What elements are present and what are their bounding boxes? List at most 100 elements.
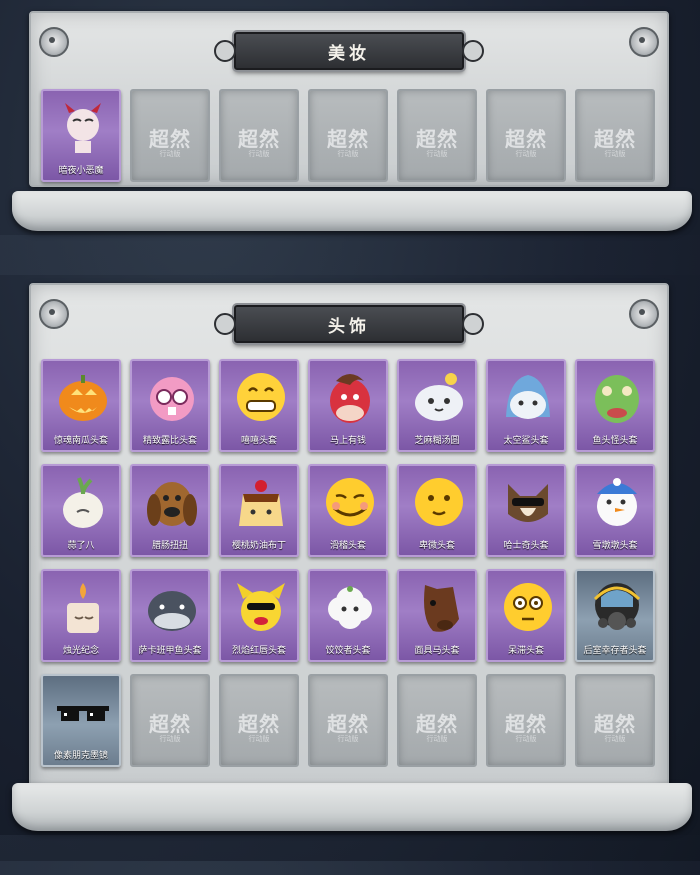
corner-ornament-icon xyxy=(39,27,69,57)
item-card[interactable]: 烈焰红唇头套 xyxy=(219,569,299,662)
item-card[interactable]: 萨卡班甲鱼头套 xyxy=(130,569,210,662)
item-card[interactable]: 面具马头套 xyxy=(397,569,477,662)
little-devil-icon xyxy=(65,103,101,153)
candle-icon xyxy=(67,583,99,633)
watermark-subtitle: 行动版 xyxy=(159,151,181,158)
watermark-subtitle: 行动版 xyxy=(159,736,181,743)
watermark-logo: 超然 xyxy=(327,712,369,736)
snowman-icon xyxy=(597,478,637,526)
makeup-panel: 美妆 暗夜小恶魔 超然 行动版 超然 行动版 超然 行动版 超然 行动版 超然 行动版 超然 行动版 xyxy=(29,11,669,187)
item-label: 卑微头套 xyxy=(418,540,455,550)
funny-emoji-icon xyxy=(326,478,374,526)
watermark-subtitle: 行动版 xyxy=(515,736,537,743)
watermark-logo: 超然 xyxy=(416,127,458,151)
dumpling-icon xyxy=(415,373,463,421)
item-card[interactable]: 蒜了八 xyxy=(41,464,121,557)
item-card[interactable]: 精致露比头套 xyxy=(130,359,210,452)
scroll-edge xyxy=(12,191,692,231)
item-label: 芝麻糊汤圆 xyxy=(414,435,460,445)
makeup-section-title: 美妆 xyxy=(214,32,484,70)
pixel-sunglasses-icon xyxy=(57,706,109,721)
item-label: 呆滞头套 xyxy=(507,645,544,655)
watermark-subtitle: 行动版 xyxy=(248,151,270,158)
corner-ornament-icon xyxy=(629,27,659,57)
watermark-logo: 超然 xyxy=(238,712,280,736)
item-label: 惊魂南瓜头套 xyxy=(53,435,108,445)
item-card[interactable]: 惊魂南瓜头套 xyxy=(41,359,121,452)
watermark-logo: 超然 xyxy=(416,712,458,736)
item-card[interactable]: 卑微头套 xyxy=(397,464,477,557)
corner-ornament-icon xyxy=(629,299,659,329)
headwear-grid: 惊魂南瓜头套 精致露比头套 嘻嘻头套 马上有钱 芝麻糊汤圆 太空鲨头套 鱼头怪头套蒜了八 腊肠… xyxy=(41,359,655,767)
dazed-emoji-icon xyxy=(504,583,552,631)
empty-slot: 超然 行动版 xyxy=(575,89,655,182)
item-label: 腊肠扭扭 xyxy=(151,540,188,550)
watermark-subtitle: 行动版 xyxy=(337,736,359,743)
empty-slot: 超然 行动版 xyxy=(486,674,566,767)
watermark-subtitle: 行动版 xyxy=(337,151,359,158)
watermark-logo: 超然 xyxy=(594,127,636,151)
item-card[interactable]: 嘻嘻头套 xyxy=(219,359,299,452)
watermark-subtitle: 行动版 xyxy=(604,736,626,743)
item-card[interactable]: 樱桃奶油布丁 xyxy=(219,464,299,557)
watermark-subtitle: 行动版 xyxy=(426,736,448,743)
watermark-subtitle: 行动版 xyxy=(426,151,448,158)
item-card[interactable]: 太空鲨头套 xyxy=(486,359,566,452)
watermark-subtitle: 行动版 xyxy=(604,151,626,158)
horse-mask-icon xyxy=(424,585,459,632)
sacabambaspis-icon xyxy=(148,591,196,631)
empty-slot: 超然 行动版 xyxy=(397,674,477,767)
watermark-logo: 超然 xyxy=(594,712,636,736)
item-label: 滑稽头套 xyxy=(329,540,366,550)
watermark-logo: 超然 xyxy=(238,127,280,151)
makeup-grid: 暗夜小恶魔 超然 行动版 超然 行动版 超然 行动版 超然 行动版 超然 行动版 超然 行动版 xyxy=(41,89,655,182)
item-card[interactable]: 滑稽头套 xyxy=(308,464,388,557)
corner-ornament-icon xyxy=(39,299,69,329)
item-label: 像素朋克墨镜 xyxy=(53,750,108,760)
watermark-logo: 超然 xyxy=(327,127,369,151)
item-card[interactable]: 芝麻糊汤圆 xyxy=(397,359,477,452)
pudding-icon xyxy=(239,480,283,526)
watermark-logo: 超然 xyxy=(505,127,547,151)
gas-mask-icon xyxy=(593,583,641,630)
item-label: 哈士奇头套 xyxy=(503,540,549,550)
empty-slot: 超然 行动版 xyxy=(486,89,566,182)
cloud-dumpling-icon xyxy=(328,586,372,629)
garlic-icon xyxy=(63,477,103,528)
empty-slot: 超然 行动版 xyxy=(397,89,477,182)
item-label: 精致露比头套 xyxy=(142,435,197,445)
item-label: 太空鲨头套 xyxy=(503,435,549,445)
item-card[interactable]: 呆滞头套 xyxy=(486,569,566,662)
item-card[interactable]: 雪墩墩头套 xyxy=(575,464,655,557)
empty-slot: 超然 行动版 xyxy=(308,89,388,182)
item-label: 饺饺者头套 xyxy=(325,645,371,655)
item-label: 后室幸存者头套 xyxy=(583,645,647,655)
item-card[interactable]: 马上有钱 xyxy=(308,359,388,452)
husky-icon xyxy=(508,484,548,522)
item-label: 暗夜小恶魔 xyxy=(58,165,104,175)
item-label: 嘻嘻头套 xyxy=(240,435,277,445)
item-label: 萨卡班甲鱼头套 xyxy=(138,645,202,655)
item-label: 鱼头怪头套 xyxy=(592,435,638,445)
item-card[interactable]: 暗夜小恶魔 xyxy=(41,89,121,182)
item-card[interactable]: 像素朋克墨镜 xyxy=(41,674,121,767)
item-card[interactable]: 饺饺者头套 xyxy=(308,569,388,662)
item-label: 雪墩墩头套 xyxy=(592,540,638,550)
item-card[interactable]: 腊肠扭扭 xyxy=(130,464,210,557)
item-card[interactable]: 鱼头怪头套 xyxy=(575,359,655,452)
item-label: 烛光纪念 xyxy=(62,645,99,655)
fish-head-icon xyxy=(595,375,639,423)
item-card[interactable]: 后室幸存者头套 xyxy=(575,569,655,662)
watermark-logo: 超然 xyxy=(149,127,191,151)
pumpkin-head-icon xyxy=(59,375,107,421)
space-shark-icon xyxy=(506,375,550,419)
item-card[interactable]: 烛光纪念 xyxy=(41,569,121,662)
grin-emoji-icon xyxy=(237,373,285,421)
headwear-panel: 头饰 惊魂南瓜头套 精致露比头套 嘻嘻头套 马上有钱 芝麻糊汤圆 太空鲨头套 鱼头怪头套 蒜了… xyxy=(29,283,669,795)
item-label: 樱桃奶油布丁 xyxy=(231,540,286,550)
item-card[interactable]: 哈士奇头套 xyxy=(486,464,566,557)
empty-slot: 超然 行动版 xyxy=(575,674,655,767)
item-label: 马上有钱 xyxy=(329,435,366,445)
item-label: 烈焰红唇头套 xyxy=(231,645,286,655)
empty-slot: 超然 行动版 xyxy=(219,674,299,767)
